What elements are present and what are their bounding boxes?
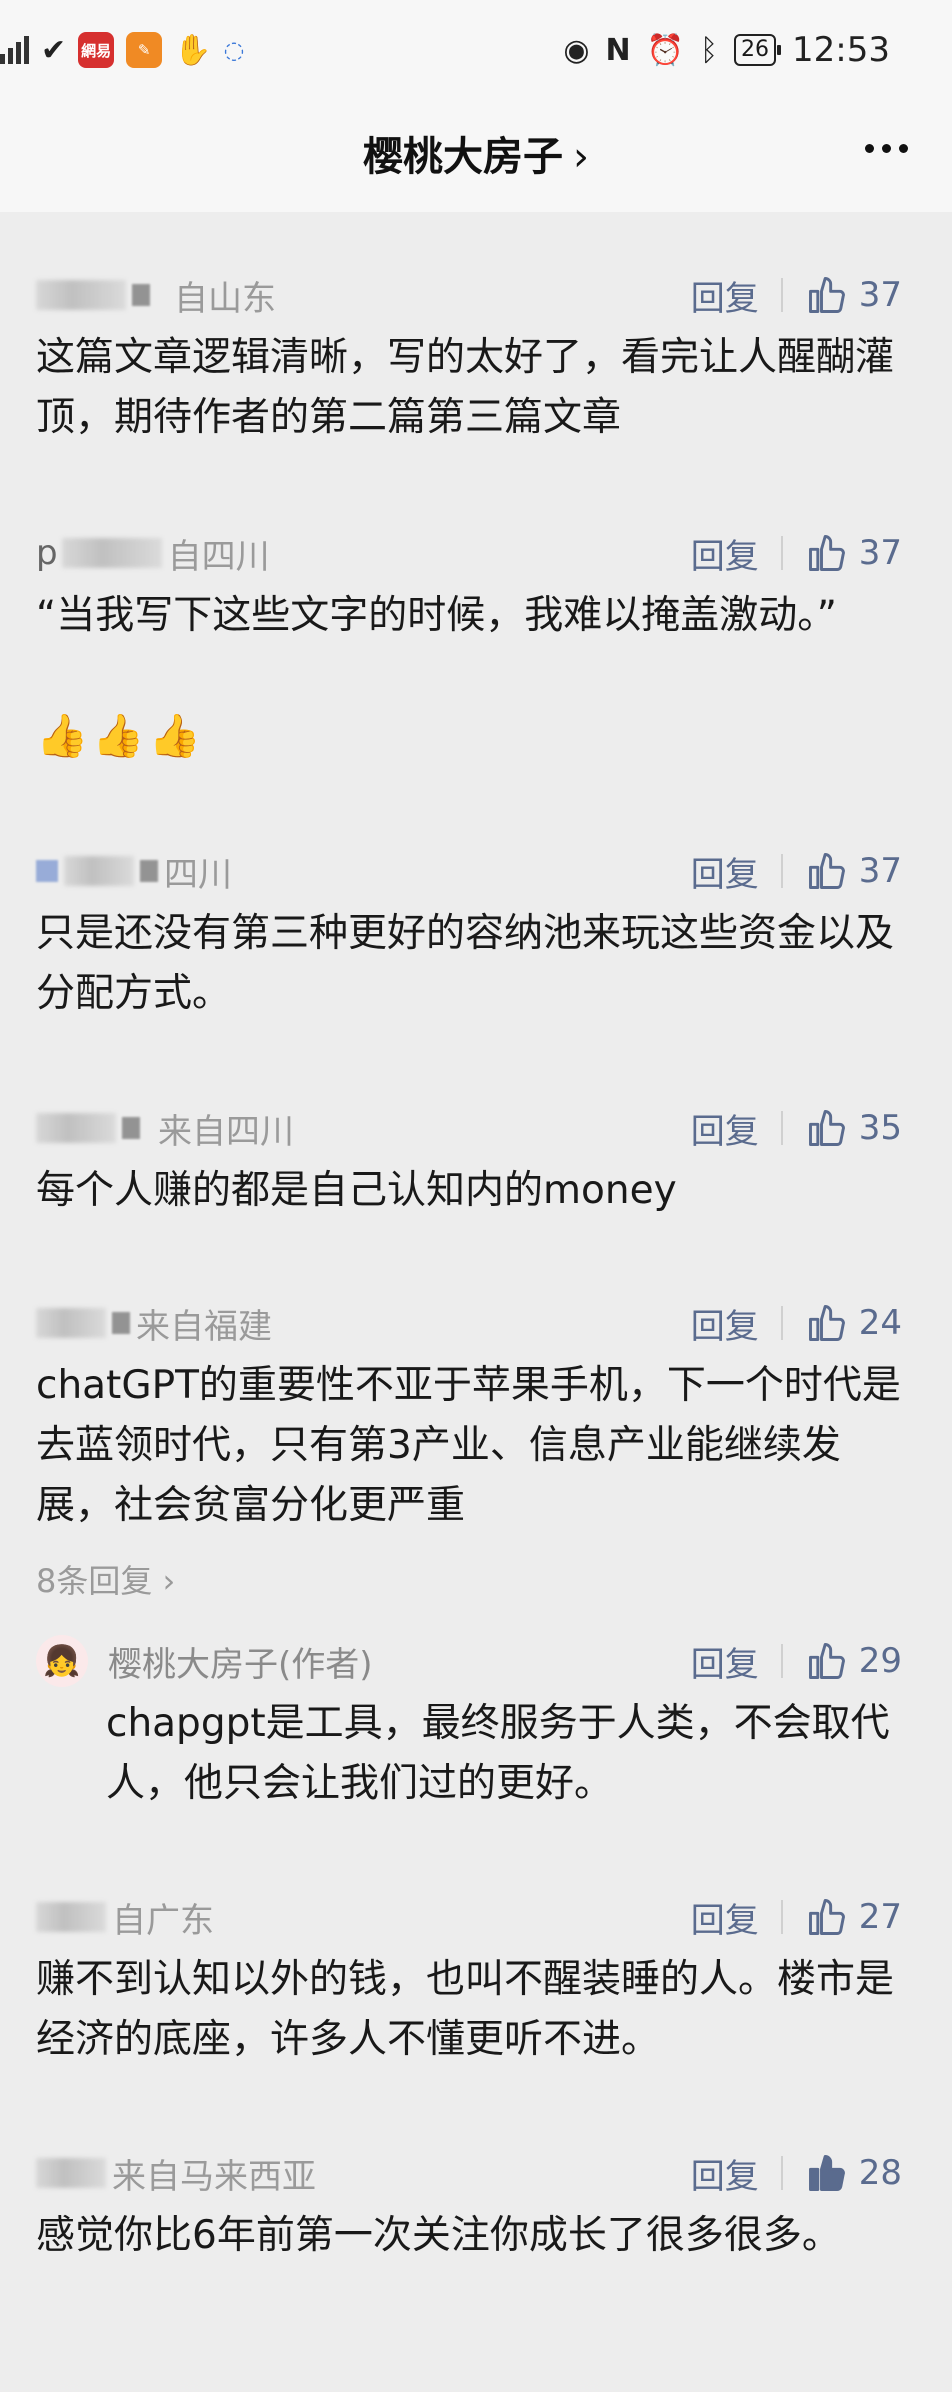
comment-text: 这篇文章逻辑清晰，写的太好了，看完让人醒醐灌顶，期待作者的第二篇第三篇文章: [36, 335, 895, 440]
page-title-text[interactable]: 樱桃大房子: [363, 134, 563, 180]
author-name[interactable]: 樱桃大房子(作者): [108, 1637, 373, 1686]
blurred-username: [140, 860, 158, 882]
blurred-username: [112, 1312, 130, 1334]
like-count: 28: [858, 2153, 902, 2193]
blurred-username: [36, 280, 126, 310]
thumbs-up-icon[interactable]: [805, 849, 849, 893]
blurred-username: [36, 1902, 106, 1932]
like-count: 37: [858, 533, 902, 573]
more-icon[interactable]: [865, 144, 908, 153]
thumbs-up-icon[interactable]: [805, 1301, 849, 1345]
reply-button[interactable]: 回复: [691, 1637, 759, 1686]
orange-app-icon: ✎: [126, 32, 163, 68]
comment-text: “当我写下这些文字的时候，我难以掩盖激动。”: [36, 593, 837, 638]
comment-text: 感觉你比6年前第一次关注你成长了很多很多。: [36, 2213, 841, 2258]
comment-location: 自广东: [112, 1900, 214, 1941]
blurred-username: [36, 2158, 106, 2188]
comment-actions: 回复 24: [691, 1298, 902, 1348]
page-title[interactable]: 樱桃大房子 ›: [0, 124, 952, 182]
divider: [780, 536, 783, 570]
eye-icon: ◉: [563, 32, 590, 68]
thumbs-up-icon[interactable]: [805, 1895, 849, 1939]
reply-button[interactable]: 回复: [691, 1893, 759, 1942]
battery-icon: 26: [734, 34, 782, 66]
comment-location: 四川: [164, 854, 232, 895]
divider: [780, 854, 783, 888]
comment-meta: 来自马来西亚: [36, 2148, 316, 2198]
blurred-username: [61, 538, 162, 568]
reply-button[interactable]: 回复: [691, 1299, 759, 1348]
comment-actions: 回复 27: [691, 1892, 902, 1942]
wifi-tick-icon: ✔: [41, 32, 67, 68]
blurred-username: [122, 1117, 140, 1139]
comment-text: chatGPT的重要性不亚于苹果手机，下一个时代是去蓝领时代，只有第3产业、信息…: [36, 1363, 901, 1528]
comment-meta: 四川: [36, 846, 232, 896]
comment-text: 赚不到认知以外的钱，也叫不醒装睡的人。楼市是经济的底座，许多人不懂更听不进。: [36, 1957, 895, 2062]
reply-text: chapgpt是工具，最终服务于人类，不会取代人，他只会让我们过的更好。: [106, 1701, 890, 1806]
reply-button[interactable]: 回复: [691, 2149, 759, 2198]
comment-meta: 来自四川: [36, 1103, 294, 1153]
comment-actions: 回复 35: [691, 1103, 902, 1153]
clock: 12:53: [792, 30, 890, 70]
chat-icon: ◌: [223, 36, 245, 64]
like-count: 37: [858, 275, 902, 315]
thumbs-up-icon[interactable]: [805, 531, 849, 575]
divider: [780, 1111, 783, 1145]
like-count: 37: [858, 851, 902, 891]
netease-news-icon: 網易: [78, 32, 115, 68]
thumbs-up-emoji: 👍👍👍: [36, 711, 205, 760]
blurred-username: [132, 284, 150, 306]
comment-text: 只是还没有第三种更好的容纳池来玩这些资金以及分配方式。: [36, 911, 895, 1016]
like-count: 27: [858, 1897, 902, 1937]
divider: [780, 1644, 783, 1678]
more-replies-link[interactable]: 8条回复 ›: [36, 1556, 175, 1602]
divider: [780, 278, 783, 312]
divider: [780, 1900, 783, 1934]
divider: [780, 1306, 783, 1340]
reply-button[interactable]: 回复: [691, 529, 759, 578]
thumbs-up-icon[interactable]: [805, 1106, 849, 1150]
comment-meta: 自山东: [36, 270, 276, 320]
thumbs-up-icon[interactable]: [805, 1639, 849, 1683]
blurred-username: [36, 1113, 116, 1143]
blurred-avatar: [36, 860, 58, 882]
reply-button[interactable]: 回复: [691, 271, 759, 320]
comment-meta: 来自福建: [36, 1298, 272, 1348]
reply-actions: 回复 29: [691, 1636, 902, 1686]
like-count: 29: [858, 1641, 902, 1681]
signal-icon: [0, 36, 29, 64]
author-avatar[interactable]: 👧: [36, 1635, 88, 1687]
comment-actions: 回复 37: [691, 846, 902, 896]
comment-username-prefix: p: [36, 533, 58, 573]
reply-button[interactable]: 回复: [691, 847, 759, 896]
alarm-icon: ⏰: [646, 32, 685, 68]
comment-actions: 回复 28: [691, 2148, 902, 2198]
hand-icon: ✋: [174, 32, 212, 68]
reply-button[interactable]: 回复: [691, 1104, 759, 1153]
bluetooth-icon: ᛒ: [700, 32, 719, 68]
comment-actions: 回复 37: [691, 270, 902, 320]
divider: [780, 2156, 783, 2190]
comment-actions: 回复 37: [691, 528, 902, 578]
status-bar: ✔ 網易 ✎ ✋ ◌ ◉ N ⏰ ᛒ 26 12:53: [0, 0, 952, 100]
thumbs-up-filled-icon[interactable]: [805, 2151, 849, 2195]
comment-location: 自山东: [174, 278, 276, 319]
comment-location: 来自马来西亚: [112, 2156, 316, 2197]
comment-text: 每个人赚的都是自己认知内的money: [36, 1168, 677, 1213]
comment-location: 自四川: [167, 536, 270, 577]
nfc-icon: N: [605, 32, 631, 68]
blurred-username: [36, 1308, 106, 1338]
comment-meta: p 自四川: [36, 528, 270, 578]
reply-meta: 👧 樱桃大房子(作者): [36, 1635, 373, 1687]
comment-location: 来自福建: [136, 1306, 272, 1347]
nav-bar: 樱桃大房子 ›: [0, 100, 952, 212]
bottom-spacer: [0, 2350, 952, 2392]
chevron-right-icon[interactable]: ›: [573, 134, 589, 180]
like-count: 35: [858, 1108, 902, 1148]
comment-meta: 自广东: [36, 1892, 214, 1942]
thumbs-up-icon[interactable]: [805, 273, 849, 317]
comment-location: 来自四川: [158, 1111, 294, 1152]
like-count: 24: [858, 1303, 902, 1343]
blurred-username: [64, 856, 134, 886]
